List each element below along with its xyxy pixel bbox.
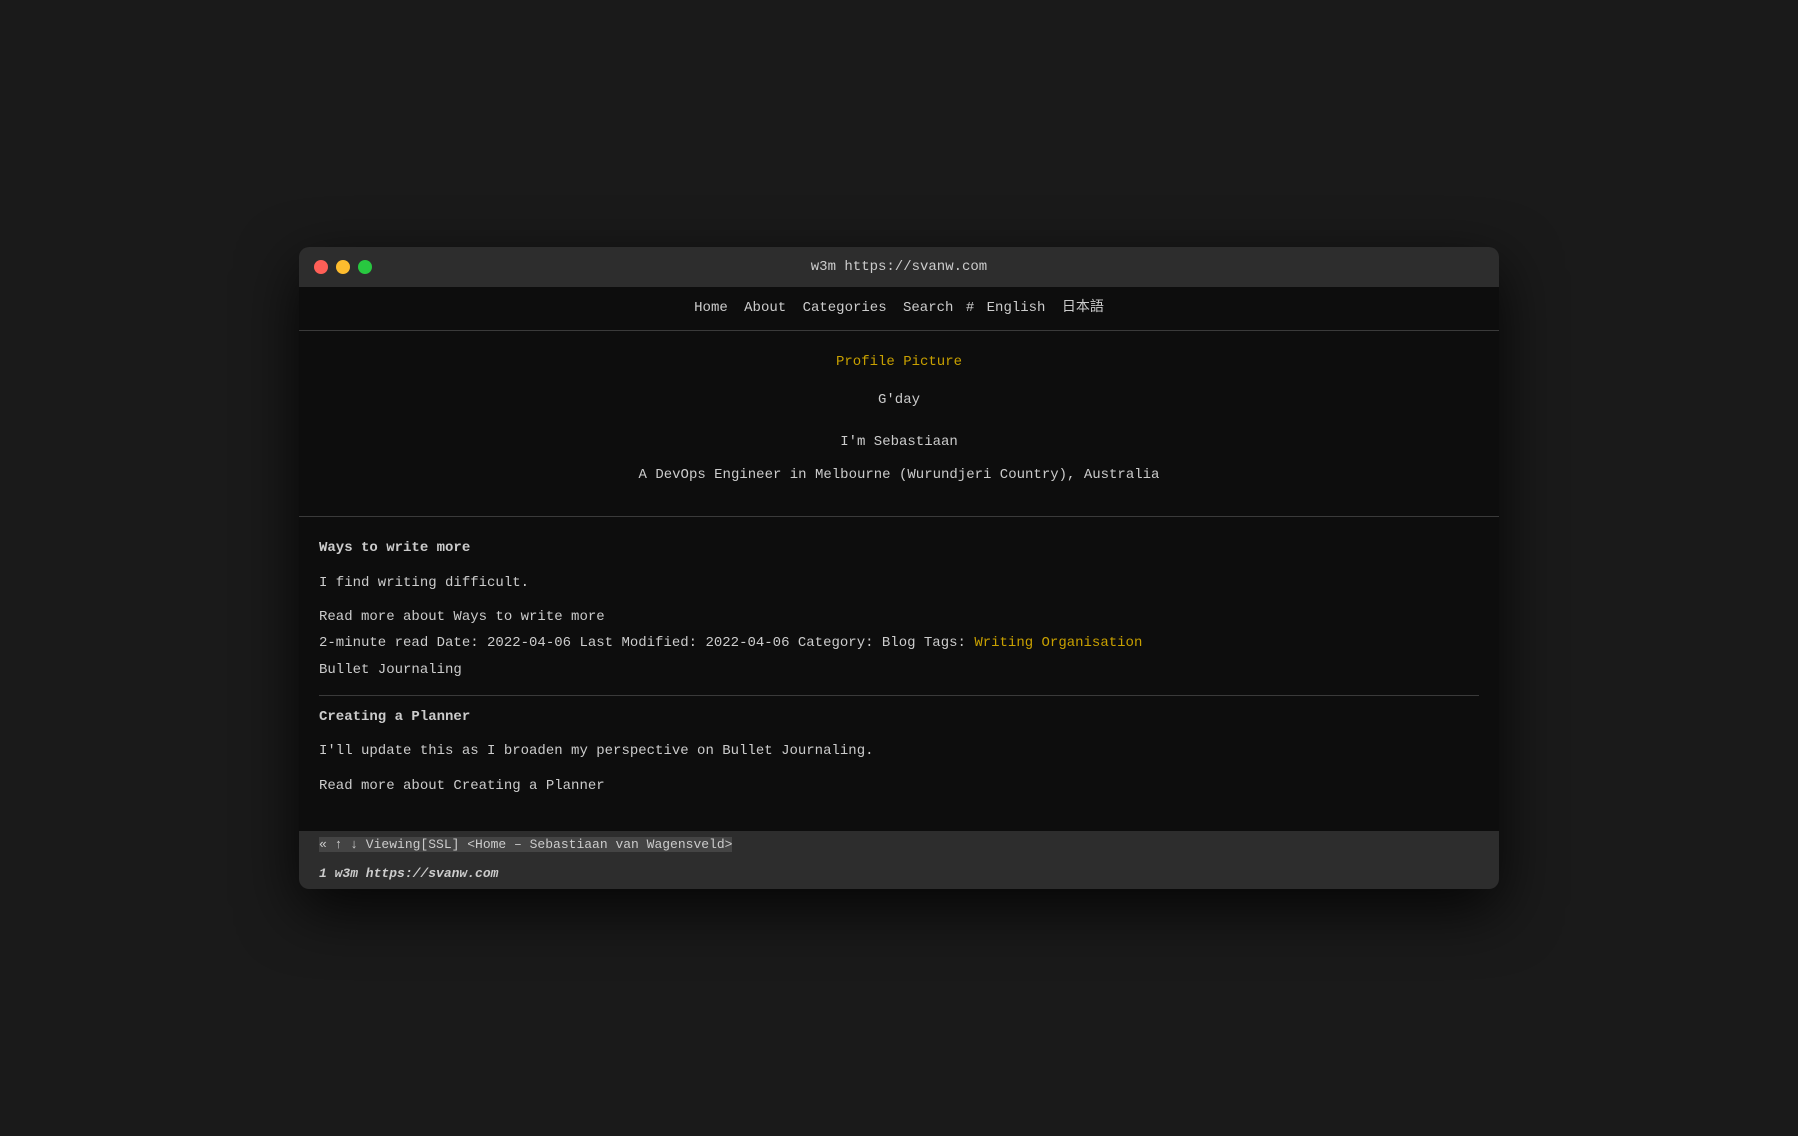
post-excerpt: I'll update this as I broaden my perspec… xyxy=(319,740,1479,762)
nav-japanese[interactable]: 日本語 xyxy=(1062,300,1104,316)
post-item: Creating a Planner I'll update this as I… xyxy=(319,696,1479,821)
titlebar: w3m https://svanw.com xyxy=(299,247,1499,287)
window-title: w3m https://svanw.com xyxy=(811,259,987,275)
post-title: Ways to write more xyxy=(319,537,1479,559)
nav-english[interactable]: English xyxy=(987,300,1046,316)
post-read-more[interactable]: Read more about Ways to write more xyxy=(319,606,1479,628)
post-meta: 2-minute read Date: 2022-04-06 Last Modi… xyxy=(319,632,1479,654)
terminal-window: w3m https://svanw.com Home About Categor… xyxy=(299,247,1499,889)
post-meta-text: 2-minute read Date: 2022-04-06 Last Modi… xyxy=(319,635,966,651)
nav-search[interactable]: Search xyxy=(903,300,953,316)
status-bar-text: « ↑ ↓ Viewing[SSL] <Home – Sebastiaan va… xyxy=(319,837,732,852)
close-button[interactable] xyxy=(314,260,328,274)
intro-line2: A DevOps Engineer in Melbourne (Wurundje… xyxy=(319,464,1479,486)
bottom-bar-text: 1 w3m https://svanw.com xyxy=(319,866,498,881)
posts-section: Ways to write more I find writing diffic… xyxy=(299,517,1499,831)
nav-hash: # xyxy=(966,300,974,316)
hero-section: Profile Picture G'day I'm Sebastiaan A D… xyxy=(299,331,1499,518)
post-tags: Writing Organisation xyxy=(974,635,1142,651)
minimize-button[interactable] xyxy=(336,260,350,274)
bottom-bar: 1 w3m https://svanw.com xyxy=(299,860,1499,889)
nav-about[interactable]: About xyxy=(744,300,786,316)
status-bar: « ↑ ↓ Viewing[SSL] <Home – Sebastiaan va… xyxy=(299,831,1499,860)
post-excerpt: I find writing difficult. xyxy=(319,572,1479,594)
post-item: Ways to write more I find writing diffic… xyxy=(319,527,1479,696)
content-area: Home About Categories Search # English 日… xyxy=(299,287,1499,889)
intro-line1: I'm Sebastiaan xyxy=(319,431,1479,453)
profile-picture-placeholder: Profile Picture xyxy=(319,351,1479,373)
post-title: Creating a Planner xyxy=(319,706,1479,728)
post-extra-tags: Bullet Journaling xyxy=(319,659,1479,681)
traffic-lights xyxy=(314,260,372,274)
post-read-more[interactable]: Read more about Creating a Planner xyxy=(319,775,1479,797)
maximize-button[interactable] xyxy=(358,260,372,274)
nav-home[interactable]: Home xyxy=(694,300,728,316)
nav-categories[interactable]: Categories xyxy=(803,300,887,316)
navigation-bar: Home About Categories Search # English 日… xyxy=(299,287,1499,330)
greeting-text: G'day xyxy=(319,389,1479,411)
